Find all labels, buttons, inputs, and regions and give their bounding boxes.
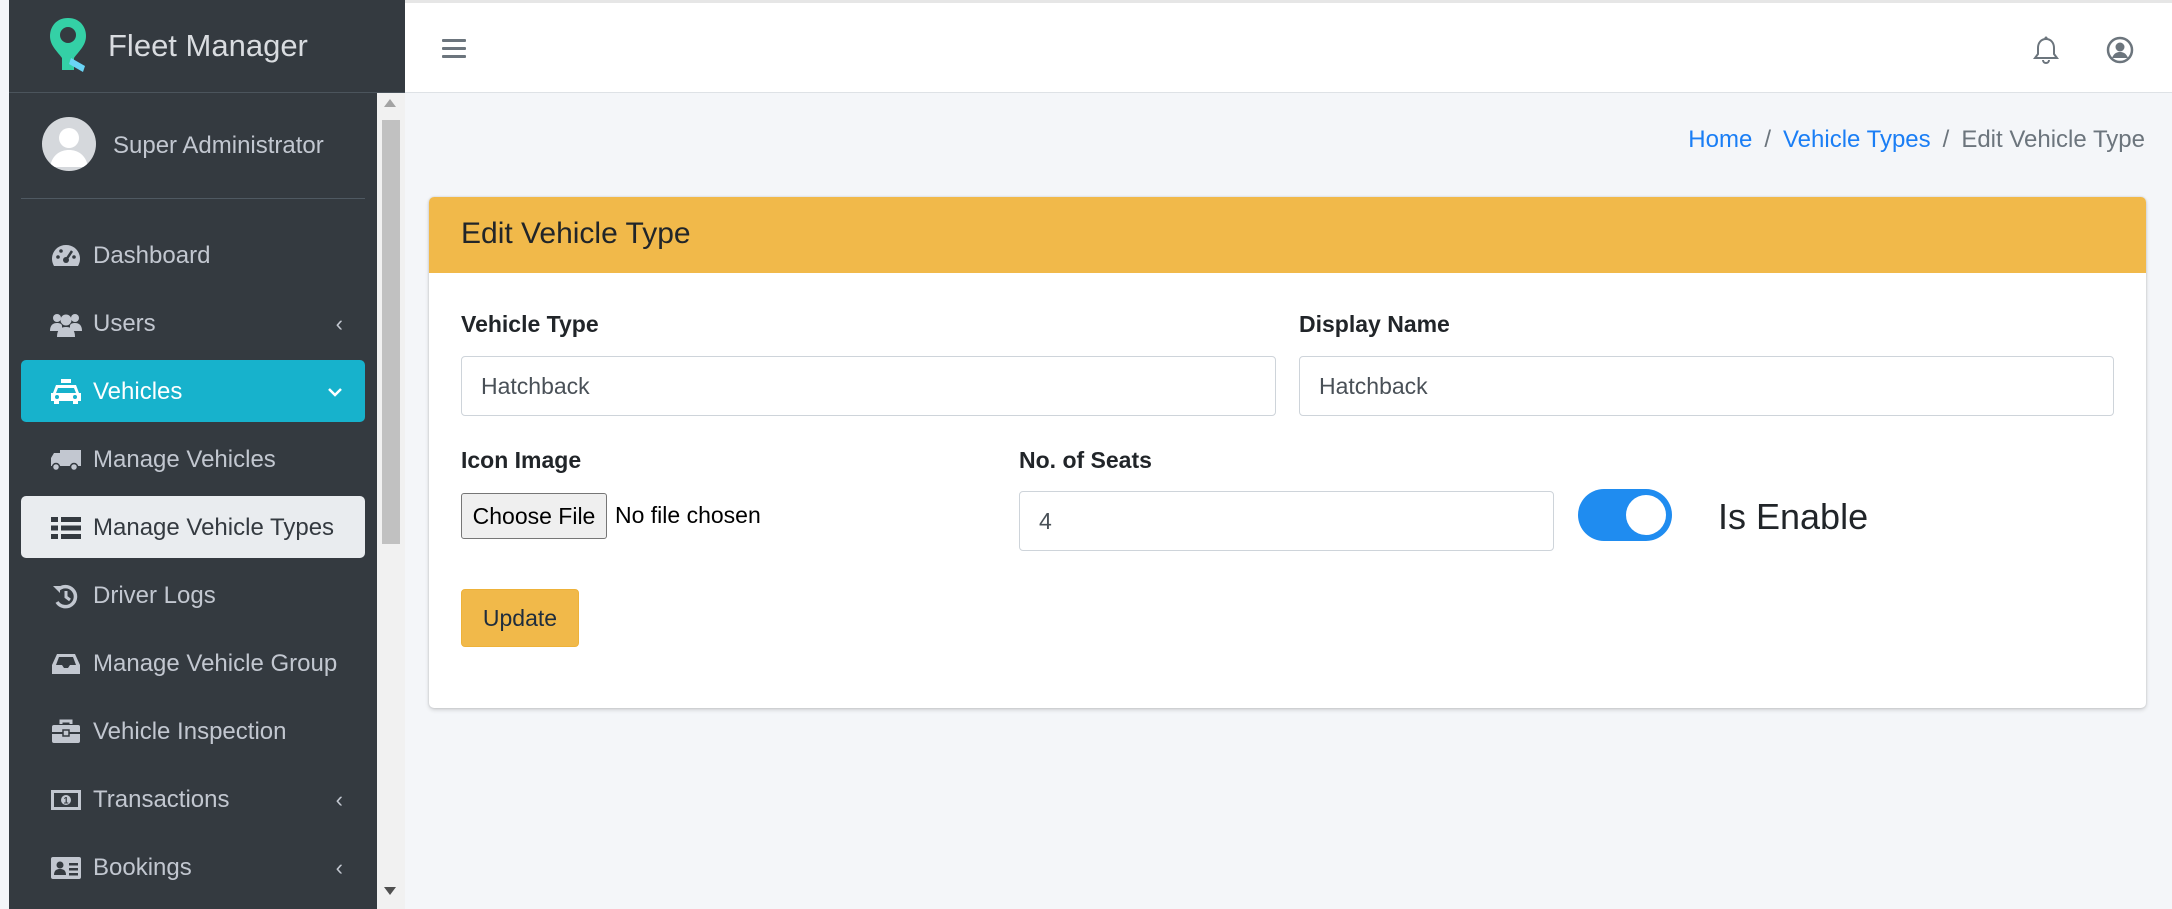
sidebar-item-dashboard[interactable]: Dashboard bbox=[21, 224, 365, 286]
user-circle-icon[interactable] bbox=[2105, 35, 2135, 65]
user-avatar-icon bbox=[50, 128, 88, 167]
chevron-down-icon bbox=[327, 379, 343, 405]
breadcrumb: Home / Vehicle Types / Edit Vehicle Type bbox=[1688, 126, 2145, 154]
sidebar-item-users[interactable]: Users ‹ bbox=[21, 292, 365, 354]
user-name: Super Administrator bbox=[113, 132, 324, 159]
sidebar-item-label: Vehicles bbox=[93, 378, 183, 405]
edit-vehicle-type-card: Edit Vehicle Type Vehicle Type Display N… bbox=[429, 197, 2146, 708]
card-title: Edit Vehicle Type bbox=[461, 217, 691, 250]
bell-icon[interactable] bbox=[2031, 35, 2061, 65]
toggle-knob bbox=[1626, 495, 1666, 535]
sidebar-item-driver-logs[interactable]: Driver Logs bbox=[21, 564, 365, 626]
scrollbar-thumb[interactable] bbox=[382, 120, 400, 544]
sidebar-content: Super Administrator Dashboard Users ‹ Ve… bbox=[9, 93, 377, 909]
svg-text:1: 1 bbox=[63, 796, 68, 806]
hamburger-menu-icon[interactable] bbox=[442, 39, 466, 59]
sidebar-item-vehicle-inspection[interactable]: Vehicle Inspection bbox=[21, 700, 365, 762]
breadcrumb-separator: / bbox=[1942, 126, 1950, 153]
top-navbar bbox=[405, 0, 2172, 93]
breadcrumb-separator: / bbox=[1764, 126, 1771, 153]
sidebar-item-manage-vehicle-group[interactable]: Manage Vehicle Group bbox=[21, 632, 365, 694]
sidebar-item-manage-vehicles[interactable]: Manage Vehicles bbox=[21, 428, 365, 490]
breadcrumb-vehicle-types-link[interactable]: Vehicle Types bbox=[1783, 126, 1931, 153]
update-button[interactable]: Update bbox=[461, 589, 579, 647]
sidebar-item-vehicles[interactable]: Vehicles bbox=[21, 360, 365, 422]
vehicle-type-label: Vehicle Type bbox=[461, 311, 599, 337]
choose-file-button[interactable]: Choose File bbox=[461, 493, 607, 539]
brand-title: Fleet Manager bbox=[108, 28, 308, 63]
seats-label: No. of Seats bbox=[1019, 447, 1152, 473]
is-enable-toggle[interactable] bbox=[1578, 489, 1672, 541]
sidebar-item-label: Manage Vehicles bbox=[93, 446, 276, 473]
money-icon: 1 bbox=[49, 786, 83, 814]
is-enable-label: Is Enable bbox=[1718, 496, 1869, 537]
history-icon bbox=[49, 582, 83, 610]
address-card-icon bbox=[49, 854, 83, 882]
chevron-left-icon: ‹ bbox=[335, 855, 343, 880]
users-icon bbox=[49, 310, 83, 338]
sidebar-item-label: Users bbox=[93, 310, 156, 337]
sidebar-nav: Dashboard Users ‹ Vehicles Manage Vehicl… bbox=[21, 224, 365, 904]
sidebar-item-label: Driver Logs bbox=[93, 582, 216, 609]
inbox-icon bbox=[49, 650, 83, 678]
sidebar: Fleet Manager Super Administrator Dashbo… bbox=[9, 0, 405, 909]
avatar bbox=[42, 117, 96, 171]
sidebar-item-label: Transactions bbox=[93, 786, 230, 813]
sidebar-scrollbar[interactable] bbox=[377, 93, 405, 909]
display-name-label: Display Name bbox=[1299, 311, 1450, 337]
display-name-input[interactable] bbox=[1299, 356, 2114, 416]
chevron-left-icon: ‹ bbox=[335, 311, 343, 336]
scroll-down-arrow-icon[interactable] bbox=[384, 887, 396, 895]
sidebar-item-bookings[interactable]: Bookings ‹ bbox=[21, 836, 365, 898]
breadcrumb-current: Edit Vehicle Type bbox=[1961, 126, 2145, 153]
briefcase-icon bbox=[49, 718, 83, 746]
taxi-icon bbox=[49, 378, 83, 406]
user-panel[interactable]: Super Administrator bbox=[21, 93, 365, 199]
sidebar-item-manage-vehicle-types[interactable]: Manage Vehicle Types bbox=[21, 496, 365, 558]
chevron-left-icon: ‹ bbox=[335, 787, 343, 812]
sidebar-item-label: Vehicle Inspection bbox=[93, 718, 287, 745]
sidebar-item-label: Dashboard bbox=[93, 242, 211, 269]
icon-image-label: Icon Image bbox=[461, 447, 582, 473]
sidebar-item-label: Manage Vehicle Types bbox=[93, 514, 335, 541]
card-header: Edit Vehicle Type bbox=[429, 197, 2146, 273]
scroll-up-arrow-icon[interactable] bbox=[384, 99, 396, 107]
sidebar-item-transactions[interactable]: 1 Transactions ‹ bbox=[21, 768, 365, 830]
list-icon bbox=[49, 514, 83, 542]
file-status-text: No file chosen bbox=[615, 502, 761, 528]
vehicle-type-input[interactable] bbox=[461, 356, 1276, 416]
breadcrumb-home-link[interactable]: Home bbox=[1688, 126, 1752, 153]
sidebar-item-label: Bookings bbox=[93, 854, 192, 881]
truck-icon bbox=[49, 446, 83, 474]
brand-logo-icon bbox=[50, 18, 86, 72]
dashboard-icon bbox=[49, 242, 83, 270]
sidebar-item-label: Manage Vehicle Group bbox=[93, 650, 338, 677]
seats-input[interactable] bbox=[1019, 491, 1554, 551]
brand[interactable]: Fleet Manager bbox=[9, 0, 405, 93]
